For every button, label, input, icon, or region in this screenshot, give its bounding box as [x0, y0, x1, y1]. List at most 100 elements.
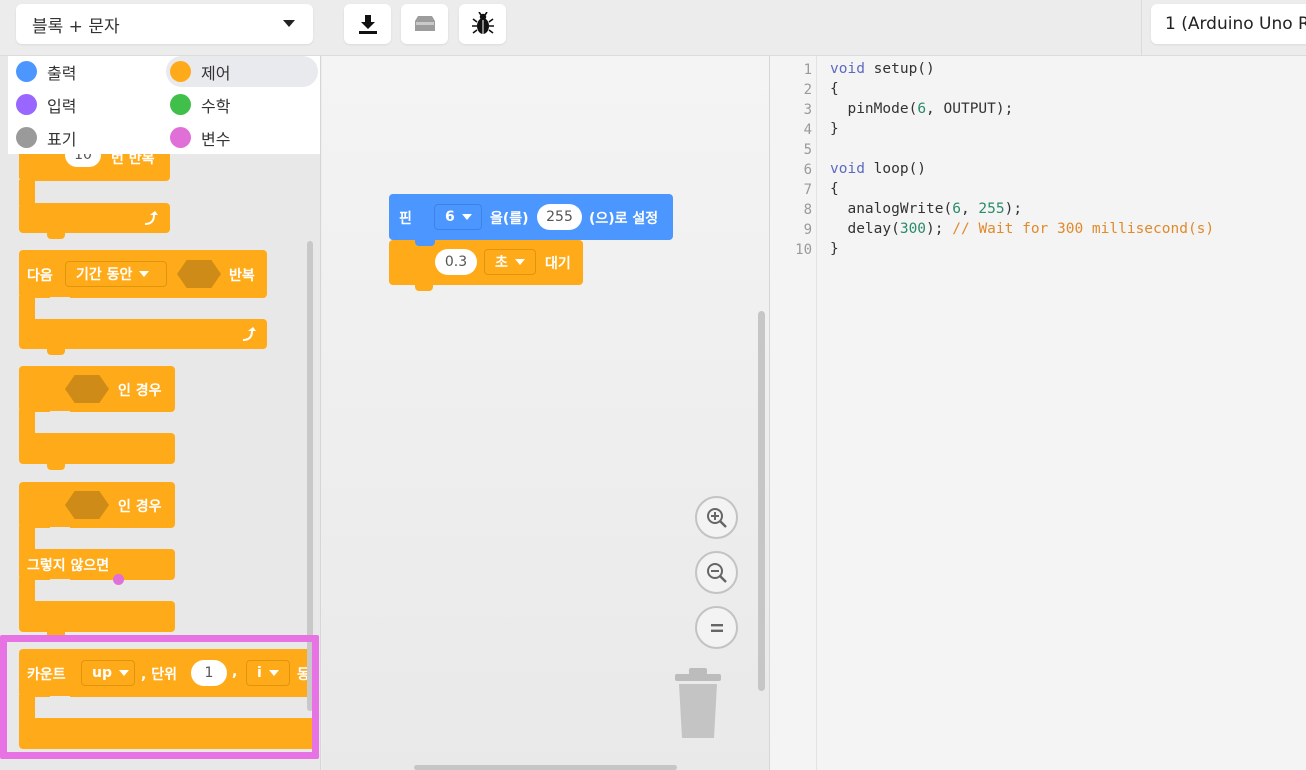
code-keyword: void: [830, 161, 865, 177]
block-notch: [50, 181, 70, 187]
zoom-in-button[interactable]: [695, 496, 738, 539]
board-select[interactable]: 1 (Arduino Uno R3): [1151, 4, 1306, 44]
line-number: 3: [803, 102, 812, 118]
zoom-out-icon: [706, 562, 727, 583]
else-label: 그렇지 않으면: [27, 558, 110, 574]
loop-arrow-icon: [145, 211, 158, 225]
code-text: , OUTPUT);: [926, 101, 1014, 117]
code-text: );: [926, 221, 953, 237]
category-label: 출력: [47, 63, 77, 83]
category-label: 수학: [201, 96, 231, 116]
dropdown-arrow-icon: [514, 259, 525, 265]
zoom-out-button[interactable]: [695, 551, 738, 594]
highlight-box: [0, 635, 319, 759]
pin-label: 핀: [399, 211, 412, 227]
condition-slot[interactable]: [65, 491, 109, 519]
debug-button[interactable]: [459, 4, 506, 44]
wait-block[interactable]: 0.3 초 대기: [389, 240, 583, 285]
block-tab: [47, 233, 65, 239]
while-prefix-label: 다음: [27, 268, 53, 284]
category-notation[interactable]: 표기: [12, 122, 162, 153]
wait-unit-value: 초: [495, 255, 508, 271]
serial-monitor-button[interactable]: [401, 4, 448, 44]
trash-icon[interactable]: [673, 668, 723, 740]
toolbar-divider: [1141, 0, 1142, 56]
code-number: 255: [978, 201, 1005, 217]
download-icon: [358, 15, 377, 34]
zoom-reset-icon: [710, 623, 723, 632]
category-control[interactable]: 제어: [166, 56, 318, 87]
category-label: 표기: [47, 129, 77, 149]
code-line: delay(300); // Wait for 300 millisecond(…: [830, 221, 1214, 237]
code-text: pinMode(: [830, 101, 918, 117]
set-label: (으)로 설정: [589, 211, 659, 227]
block-notch: [50, 411, 70, 417]
zoom-reset-button[interactable]: [695, 606, 738, 649]
line-number: 10: [795, 242, 812, 258]
block-arm: [19, 180, 35, 205]
category-label: 입력: [47, 96, 77, 116]
line-number: 7: [803, 182, 812, 198]
line-number: 2: [803, 82, 812, 98]
category-output[interactable]: 출력: [12, 56, 162, 87]
while-mode-dropdown[interactable]: 기간 동안: [65, 261, 167, 287]
block-tab: [415, 285, 433, 291]
pwm-value-input[interactable]: 255: [537, 204, 582, 230]
editor-mode-select[interactable]: 블록 + 문자: [16, 4, 313, 44]
block-notch: [50, 527, 70, 533]
category-dot-icon: [16, 61, 37, 82]
dropdown-arrow-icon: [139, 271, 150, 277]
if-label: 인 경우: [118, 383, 162, 399]
wait-label: 대기: [545, 256, 571, 272]
wait-unit-dropdown[interactable]: 초: [484, 249, 536, 275]
else-section: 그렇지 않으면: [19, 549, 175, 580]
if-else-label: 인 경우: [118, 499, 162, 515]
pin-value: 6: [445, 209, 455, 225]
code-number: 6: [917, 101, 927, 117]
category-dot-icon: [170, 94, 191, 115]
condition-slot[interactable]: [177, 260, 221, 288]
loop-arrow-icon: [243, 327, 256, 341]
wait-value-input[interactable]: 0.3: [435, 249, 477, 275]
chevron-down-icon: [283, 20, 295, 27]
block-tab: [47, 349, 65, 355]
if-else-block[interactable]: 인 경우: [19, 482, 175, 528]
if-block[interactable]: 인 경우: [19, 366, 175, 412]
line-number: 4: [803, 122, 812, 138]
code-editor[interactable]: 1 2 3 4 5 6 7 8 9 10 void setup() { pinM…: [769, 56, 1306, 770]
category-label: 변수: [201, 129, 231, 149]
category-dot-icon: [170, 127, 191, 148]
dropdown-arrow-icon: [461, 214, 472, 220]
code-number: 300: [899, 221, 927, 237]
code-comment: // Wait for 300 millisecond(s): [952, 221, 1215, 237]
block-notch: [50, 297, 70, 303]
code-text: analogWrite(: [830, 201, 953, 217]
if-else-block-end: [19, 601, 175, 632]
debug-bug-icon: [471, 12, 494, 34]
pin-dropdown[interactable]: 6: [434, 204, 482, 230]
category-dot-icon: [170, 61, 191, 82]
upload-button[interactable]: [344, 4, 391, 44]
code-text: setup(): [864, 61, 935, 77]
category-variables[interactable]: 변수: [166, 122, 318, 153]
workspace-vertical-scrollbar[interactable]: [758, 311, 765, 691]
code-text: delay(: [830, 221, 900, 237]
line-number-gutter: 1 2 3 4 5 6 7 8 9 10: [770, 56, 817, 770]
category-input[interactable]: 입력: [12, 89, 162, 120]
analog-write-block[interactable]: 핀 6 을(를) 255 (으)로 설정: [389, 194, 673, 240]
while-repeat-block[interactable]: 다음 기간 동안 반복: [19, 250, 267, 298]
category-math[interactable]: 수학: [166, 89, 318, 120]
code-line: void setup(): [830, 61, 935, 77]
code-line: }: [830, 241, 839, 257]
while-suffix-label: 반복: [229, 268, 255, 284]
workspace-horizontal-scrollbar[interactable]: [414, 765, 677, 770]
category-label: 제어: [201, 63, 231, 83]
category-dot-icon: [16, 127, 37, 148]
code-line: {: [830, 81, 839, 97]
code-line: {: [830, 181, 839, 197]
if-block-end: [19, 433, 175, 464]
code-line: void loop(): [830, 161, 926, 177]
block-workspace[interactable]: 핀 6 을(를) 255 (으)로 설정 0.3 초 대기: [322, 56, 769, 770]
condition-slot[interactable]: [65, 375, 109, 403]
toolbar: 블록 + 문자 1 (Arduino Uno R3): [0, 0, 1306, 56]
